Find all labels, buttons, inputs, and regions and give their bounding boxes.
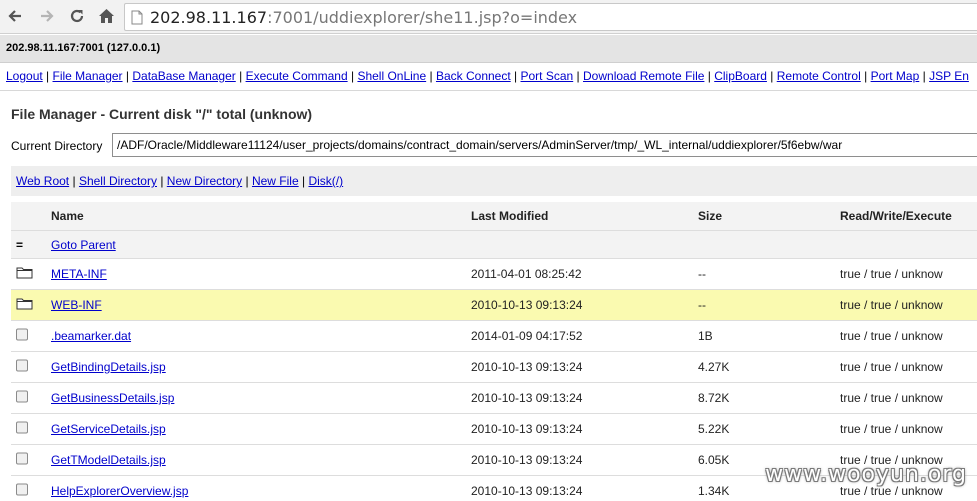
home-button[interactable] [95,5,117,27]
link-disk[interactable]: Disk(/) [308,174,343,188]
permissions-cell: true / true / unknow [840,329,943,343]
sub-nav: Web Root | Shell Directory | New Directo… [16,174,344,188]
table-row: .beamarker.dat 2014-01-09 04:17:52 1B true … [11,321,977,352]
size-cell: 1.34K [698,484,730,498]
last-modified-cell: 2010-10-13 09:13:24 [471,453,583,467]
file-name-link[interactable]: GetTModelDetails.jsp [51,453,166,467]
file-icon [16,452,28,468]
size-cell: 4.27K [698,360,730,374]
table-row: GetServiceDetails.jsp 2010-10-13 09:13:24… [11,414,977,445]
table-header-row: Name Last Modified Size Read/Write/Execu… [11,202,977,231]
host-label: 202.98.11.167:7001 (127.0.0.1) [6,42,161,54]
size-cell: 8.72K [698,391,730,405]
permissions-cell: true / true / unknow [840,391,943,405]
host-header: 202.98.11.167:7001 (127.0.0.1) [0,35,977,63]
file-name-link[interactable]: .beamarker.dat [51,329,131,343]
menu-shell-online[interactable]: Shell OnLine [357,69,426,83]
link-web-root[interactable]: Web Root [16,174,69,188]
current-directory-label: Current Directory [11,139,103,153]
column-size-header: Size [698,209,723,223]
watermark: www.wooyun.org [765,462,967,487]
size-cell: -- [698,298,706,312]
menu-execute-command[interactable]: Execute Command [246,69,348,83]
file-name-link[interactable]: GetBusinessDetails.jsp [51,391,174,405]
permissions-cell: true / true / unknow [840,422,943,436]
forward-button[interactable] [36,5,58,27]
size-cell: -- [698,267,706,281]
link-new-directory[interactable]: New Directory [167,174,242,188]
file-name-link[interactable]: META-INF [51,267,107,281]
last-modified-cell: 2010-10-13 09:13:24 [471,298,583,312]
column-modified-header: Last Modified [471,209,549,223]
menu-logout[interactable]: Logout [6,69,43,83]
menu-back-connect[interactable]: Back Connect [436,69,511,83]
last-modified-cell: 2010-10-13 09:13:24 [471,391,583,405]
file-icon [16,359,28,375]
back-arrow-icon [8,10,21,22]
back-button[interactable] [4,5,26,27]
column-rwx-header: Read/Write/Execute [840,209,952,223]
last-modified-cell: 2010-10-13 09:13:24 [471,360,583,374]
goto-parent-row: = Goto Parent [11,231,977,259]
link-shell-directory[interactable]: Shell Directory [79,174,157,188]
last-modified-cell: 2014-01-09 04:17:52 [471,329,583,343]
table-row: WEB-INF 2010-10-13 09:13:24 -- true / true … [11,290,977,321]
menu-remote-control[interactable]: Remote Control [777,69,861,83]
url-host: 202.98.11.167 [150,8,268,27]
top-menu: Logout | File Manager | DataBase Manager… [6,69,969,83]
page-title: File Manager - Current disk "/" total (u… [11,106,313,122]
last-modified-cell: 2010-10-13 09:13:24 [471,422,583,436]
browser-toolbar: 202.98.11.167:7001/uddiexplorer/she11.js… [0,0,977,34]
menu-port-map[interactable]: Port Map [871,69,920,83]
table-row: GetBindingDetails.jsp 2010-10-13 09:13:24… [11,352,977,383]
parent-dir-icon: = [16,237,24,252]
file-name-link[interactable]: WEB-INF [51,298,102,312]
folder-icon [16,266,33,282]
address-text: 202.98.11.167:7001/uddiexplorer/she11.js… [150,8,577,27]
last-modified-cell: 2010-10-13 09:13:24 [471,484,583,498]
menu-file-manager[interactable]: File Manager [53,69,123,83]
size-cell: 6.05K [698,453,730,467]
page-icon [131,10,143,25]
permissions-cell: true / true / unknow [840,360,943,374]
current-directory-input[interactable] [112,133,977,157]
table-row: GetBusinessDetails.jsp 2010-10-13 09:13:2… [11,383,977,414]
file-name-link[interactable]: HelpExplorerOverview.jsp [51,484,188,498]
file-icon [16,483,28,499]
permissions-cell: true / true / unknow [840,298,943,312]
table-row: META-INF 2011-04-01 08:25:42 -- true / true… [11,259,977,290]
file-icon [16,390,28,406]
link-new-file[interactable]: New File [252,174,299,188]
size-cell: 5.22K [698,422,730,436]
sub-nav-bar: Web Root | Shell Directory | New Directo… [11,166,977,196]
goto-parent-link[interactable]: Goto Parent [51,238,116,252]
file-icon [16,328,28,344]
address-bar[interactable]: 202.98.11.167:7001/uddiexplorer/she11.js… [124,3,977,31]
permissions-cell: true / true / unknow [840,267,943,281]
menu-database-manager[interactable]: DataBase Manager [132,69,235,83]
file-name-link[interactable]: GetServiceDetails.jsp [51,422,166,436]
file-table: Name Last Modified Size Read/Write/Execu… [11,202,977,501]
home-icon [98,9,114,23]
reload-icon [70,9,84,23]
url-path: :7001/uddiexplorer/she11.jsp?o=index [267,8,578,27]
file-icon [16,421,28,437]
folder-icon [16,297,33,313]
forward-arrow-icon [41,10,54,22]
menu-clipboard[interactable]: ClipBoard [714,69,767,83]
menu-download-remote-file[interactable]: Download Remote File [583,69,704,83]
menu-jsp-env[interactable]: JSP En [929,69,969,83]
file-name-link[interactable]: GetBindingDetails.jsp [51,360,166,374]
column-name-header: Name [51,209,84,223]
size-cell: 1B [698,329,713,343]
menu-divider [0,90,977,91]
last-modified-cell: 2011-04-01 08:25:42 [471,267,582,281]
menu-port-scan[interactable]: Port Scan [521,69,574,83]
reload-button[interactable] [66,5,88,27]
